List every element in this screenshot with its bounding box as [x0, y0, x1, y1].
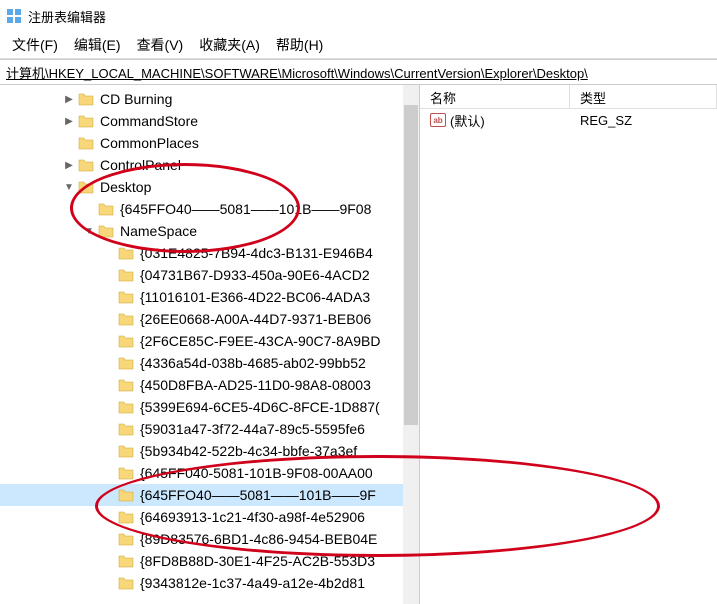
address-path: 计算机\HKEY_LOCAL_MACHINE\SOFTWARE\Microsof…	[6, 63, 588, 82]
menu-edit[interactable]: 编辑(E)	[70, 33, 125, 57]
value-name-cell: ab (默认)	[420, 111, 570, 130]
tree-item-label: {645FFO40——5081——101B——9F	[140, 487, 376, 503]
menu-help[interactable]: 帮助(H)	[272, 33, 327, 57]
expander-icon[interactable]: ▼	[80, 226, 98, 237]
column-header-type[interactable]: 类型	[570, 85, 717, 108]
expander-icon[interactable]: ▶	[60, 160, 78, 171]
tree-item-label: {11016101-E366-4D22-BC06-4ADA3	[140, 289, 370, 305]
tree-item-label: NameSpace	[120, 223, 197, 239]
tree-item[interactable]: {11016101-E366-4D22-BC06-4ADA3	[0, 286, 403, 308]
value-type-cell: REG_SZ	[570, 113, 717, 128]
tree-item[interactable]: {2F6CE85C-F9EE-43CA-90C7-8A9BD	[0, 330, 403, 352]
vertical-scrollbar[interactable]	[403, 85, 419, 604]
list-pane: 名称 类型 ab (默认) REG_SZ	[420, 85, 717, 604]
expander-icon[interactable]: ▶	[60, 94, 78, 105]
tree-item-label: {2F6CE85C-F9EE-43CA-90C7-8A9BD	[140, 333, 380, 349]
tree-item-label: {450D8FBA-AD25-11D0-98A8-08003	[140, 377, 371, 393]
tree-item[interactable]: {64693913-1c21-4f30-a98f-4e52906	[0, 506, 403, 528]
scrollbar-thumb[interactable]	[404, 105, 418, 425]
tree-item-label: {64693913-1c21-4f30-a98f-4e52906	[140, 509, 365, 525]
tree-item[interactable]: {5b934b42-522b-4c34-bbfe-37a3ef	[0, 440, 403, 462]
tree-item-label: {9343812e-1c37-4a49-a12e-4b2d81	[140, 575, 365, 591]
tree-item-label: {8FD8B88D-30E1-4F25-AC2B-553D3	[140, 553, 375, 569]
tree-item[interactable]: {04731B67-D933-450a-90E6-4ACD2	[0, 264, 403, 286]
window-title: 注册表编辑器	[28, 7, 106, 26]
tree-item-label: CommonPlaces	[100, 135, 199, 151]
tree-item[interactable]: {645FF040-5081-101B-9F08-00AA00	[0, 462, 403, 484]
tree-item[interactable]: {645FFO40——5081——101B——9F08	[0, 198, 403, 220]
tree-item[interactable]: {4336a54d-038b-4685-ab02-99bb52	[0, 352, 403, 374]
tree-item[interactable]: ▶ ControlPanel	[0, 154, 403, 176]
expander-icon[interactable]: ▼	[60, 182, 78, 193]
tree-item[interactable]: ▼ Desktop	[0, 176, 403, 198]
menu-file[interactable]: 文件(F)	[8, 33, 62, 57]
list-row[interactable]: ab (默认) REG_SZ	[420, 109, 717, 131]
column-header-name[interactable]: 名称	[420, 85, 570, 108]
tree-item-label: {5399E694-6CE5-4D6C-8FCE-1D887(	[140, 399, 380, 415]
tree-item[interactable]: {9343812e-1c37-4a49-a12e-4b2d81	[0, 572, 403, 594]
tree-item-label: {645FF040-5081-101B-9F08-00AA00	[140, 465, 373, 481]
tree-item[interactable]: CommonPlaces	[0, 132, 403, 154]
content: ▶ CD Burning ▶ CommandStore CommonPlaces ▶ Con…	[0, 85, 717, 604]
address-bar[interactable]: 计算机\HKEY_LOCAL_MACHINE\SOFTWARE\Microsof…	[0, 59, 717, 85]
tree-item[interactable]: ▼ NameSpace	[0, 220, 403, 242]
tree-item-label: {5b934b42-522b-4c34-bbfe-37a3ef	[140, 443, 357, 459]
menu-bar: 文件(F) 编辑(E) 查看(V) 收藏夹(A) 帮助(H)	[0, 32, 717, 58]
title-bar: 注册表编辑器	[0, 0, 717, 32]
tree-item-label: {59031a47-3f72-44a7-89c5-5595fe6	[140, 421, 365, 437]
menu-favorites[interactable]: 收藏夹(A)	[195, 33, 264, 57]
tree-item[interactable]: ▶ CD Burning	[0, 88, 403, 110]
tree-item[interactable]: ▶ CommandStore	[0, 110, 403, 132]
tree-item-label: {031E4825-7B94-4dc3-B131-E946B4	[140, 245, 373, 261]
tree-item[interactable]: {5399E694-6CE5-4D6C-8FCE-1D887(	[0, 396, 403, 418]
tree-scroll[interactable]: ▶ CD Burning ▶ CommandStore CommonPlaces ▶ Con…	[0, 88, 403, 604]
tree-item[interactable]: {26EE0668-A00A-44D7-9371-BEB06	[0, 308, 403, 330]
expander-icon[interactable]: ▶	[60, 116, 78, 127]
tree-item-label: {89D83576-6BD1-4c86-9454-BEB04E	[140, 531, 377, 547]
tree-item-label: {4336a54d-038b-4685-ab02-99bb52	[140, 355, 366, 371]
tree-item[interactable]: {8FD8B88D-30E1-4F25-AC2B-553D3	[0, 550, 403, 572]
tree-item-label: {645FFO40——5081——101B——9F08	[120, 201, 371, 217]
list-header: 名称 类型	[420, 85, 717, 109]
tree-item[interactable]: {450D8FBA-AD25-11D0-98A8-08003	[0, 374, 403, 396]
tree-item-label: {04731B67-D933-450a-90E6-4ACD2	[140, 267, 370, 283]
tree-item[interactable]: {89D83576-6BD1-4c86-9454-BEB04E	[0, 528, 403, 550]
tree-item-label: CD Burning	[100, 91, 172, 107]
tree-item-label: Desktop	[100, 179, 151, 195]
list-body: ab (默认) REG_SZ	[420, 109, 717, 131]
tree-item-label: {26EE0668-A00A-44D7-9371-BEB06	[140, 311, 371, 327]
menu-view[interactable]: 查看(V)	[133, 33, 188, 57]
tree-pane: ▶ CD Burning ▶ CommandStore CommonPlaces ▶ Con…	[0, 85, 420, 604]
tree-item[interactable]: {031E4825-7B94-4dc3-B131-E946B4	[0, 242, 403, 264]
tree-item-label: CommandStore	[100, 113, 198, 129]
tree-item[interactable]: {59031a47-3f72-44a7-89c5-5595fe6	[0, 418, 403, 440]
tree-item-label: ControlPanel	[100, 157, 181, 173]
app-icon	[6, 8, 22, 24]
value-name-label: (默认)	[450, 111, 485, 130]
string-value-icon: ab	[430, 113, 446, 127]
tree-item[interactable]: {645FFO40——5081——101B——9F	[0, 484, 403, 506]
